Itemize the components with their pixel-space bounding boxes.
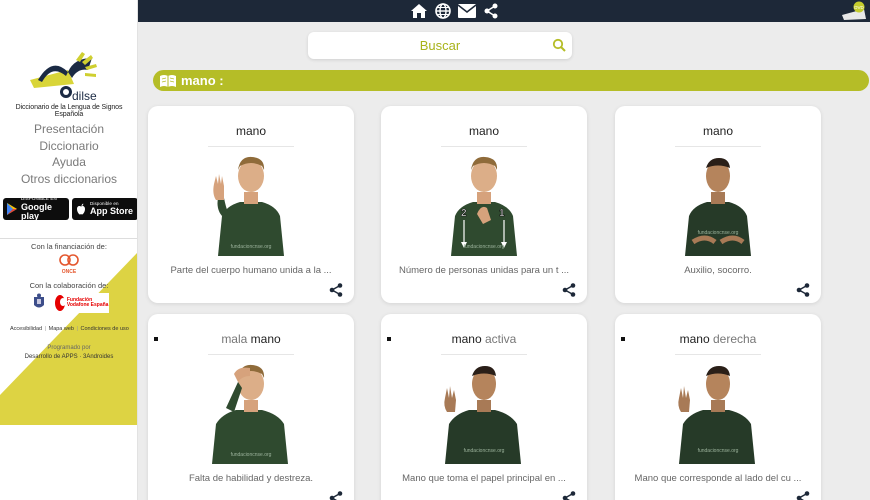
footer-links: Accesibilidad | Mapa web | Condiciones d…: [10, 326, 129, 332]
logo-subtitle: Diccionario de la Lengua de Signos Españ…: [15, 104, 123, 118]
mail-icon[interactable]: [458, 2, 476, 20]
fundacion-vodafone-logo: Fundación Vodafone España: [55, 293, 109, 313]
svg-text:fundacioncnse.org: fundacioncnse.org: [698, 230, 739, 236]
link-mapa-web[interactable]: Mapa web: [49, 326, 74, 332]
svg-text:2: 2: [461, 208, 467, 219]
dilse-logo: dilse: [30, 52, 97, 102]
results-header: mano :: [153, 70, 869, 91]
svg-text:fundacioncnse.org: fundacioncnse.org: [231, 452, 272, 458]
card-description: Mano que toma el papel principal en ...: [402, 473, 566, 484]
card-divider: [675, 146, 761, 147]
card-divider: [675, 354, 761, 355]
sign-card[interactable]: mano fundacioncnse.org Parte del cuerpo …: [148, 106, 354, 303]
app-store-badge[interactable]: Disponible en App Store: [72, 198, 137, 220]
sign-card[interactable]: mala mano fundacioncnse.org Falta de hab…: [148, 314, 354, 500]
card-title: mano: [702, 124, 734, 138]
search-icon[interactable]: [552, 38, 566, 52]
sign-video-thumbnail[interactable]: 2 1 fundacioncnse.org: [437, 154, 531, 256]
card-description: Falta de habilidad y destreza.: [188, 473, 314, 484]
google-play-label: Google play: [21, 201, 52, 221]
sign-video-thumbnail[interactable]: fundacioncnse.org: [204, 154, 298, 256]
svg-text:1: 1: [499, 208, 505, 219]
card-divider: [208, 354, 294, 355]
card-divider: [208, 146, 294, 147]
top-icons: [410, 2, 500, 20]
logo-text: dilse: [72, 89, 97, 102]
card-title: mano: [235, 124, 267, 138]
government-seal-icon: [34, 293, 44, 308]
vodafone-icon: [55, 295, 66, 311]
svg-text:DVD: DVD: [854, 5, 864, 10]
fundacion-once-logo: ONCE: [59, 254, 79, 275]
app-store-label: App Store: [90, 206, 134, 217]
share-icon[interactable]: [562, 283, 576, 297]
search-box: [308, 32, 572, 59]
google-play-icon: [7, 203, 17, 215]
share-icon[interactable]: [329, 283, 343, 297]
svg-text:fundacioncnse.org: fundacioncnse.org: [464, 244, 505, 250]
collaboration-label: Con la colaboración de:: [29, 281, 109, 290]
card-divider: [441, 354, 527, 355]
svg-text:ONCE: ONCE: [62, 269, 77, 275]
card-title: mano derecha: [679, 332, 757, 346]
card-title: mano activa: [451, 332, 517, 346]
book-icon: [160, 74, 176, 87]
sign-video-thumbnail[interactable]: fundacioncnse.org: [671, 154, 765, 256]
nav-item-diccionario[interactable]: Diccionario: [0, 138, 137, 155]
svg-text:fundacioncnse.org: fundacioncnse.org: [464, 448, 505, 454]
sign-card[interactable]: mano fundacioncnse.org Auxilio, socorro.: [615, 106, 821, 303]
share-icon[interactable]: [482, 2, 500, 20]
sign-video-thumbnail[interactable]: fundacioncnse.org: [671, 362, 765, 464]
sign-card[interactable]: mano 2 1 fundacioncnse.org Número de per…: [381, 106, 587, 303]
vodafone-text: Fundación Vodafone España: [66, 296, 109, 308]
sidebar: dilse Diccionario de la Lengua de Signos…: [0, 0, 138, 500]
card-title: mala mano: [221, 332, 281, 346]
home-icon[interactable]: [410, 2, 428, 20]
dvd-badge-icon[interactable]: DVD: [840, 1, 868, 21]
apple-icon: [77, 203, 85, 215]
card-description: Auxilio, socorro.: [684, 265, 752, 276]
sign-video-thumbnail[interactable]: fundacioncnse.org: [204, 362, 298, 464]
svg-text:fundacioncnse.org: fundacioncnse.org: [698, 448, 739, 454]
results-title: mano :: [181, 73, 224, 88]
top-bar: DVD: [138, 0, 870, 22]
globe-icon[interactable]: [434, 2, 452, 20]
card-description: Número de personas unidas para un t ...: [398, 265, 570, 276]
nav-item-presentacion[interactable]: Presentación: [0, 121, 137, 138]
share-icon[interactable]: [562, 491, 576, 500]
card-description: Parte del cuerpo humano unida a la ...: [170, 265, 332, 276]
share-icon[interactable]: [329, 491, 343, 500]
share-icon[interactable]: [796, 491, 810, 500]
link-condiciones-uso[interactable]: Condiciones de uso: [81, 326, 129, 332]
search-input[interactable]: [330, 38, 550, 53]
google-play-badge[interactable]: DISPONIBLE EN Google play: [3, 197, 69, 221]
card-divider: [441, 146, 527, 147]
nav-item-ayuda[interactable]: Ayuda: [0, 154, 137, 171]
sidebar-divider: [0, 238, 137, 239]
sign-video-thumbnail[interactable]: fundacioncnse.org: [437, 362, 531, 464]
nav-item-otros-diccionarios[interactable]: Otros diccionarios: [0, 171, 137, 188]
svg-text:fundacioncnse.org: fundacioncnse.org: [231, 244, 272, 250]
developer-link[interactable]: Desarrollo de APPS · 3Androides: [0, 354, 137, 360]
share-icon[interactable]: [796, 283, 810, 297]
sign-card[interactable]: mano derecha fundacioncnse.org Mano que …: [615, 314, 821, 500]
sidebar-nav: Presentación Diccionario Ayuda Otros dic…: [0, 121, 137, 188]
link-accesibilidad[interactable]: Accesibilidad: [10, 326, 42, 332]
card-title: mano: [468, 124, 500, 138]
card-description: Mano que corresponde al lado del cu ...: [634, 473, 802, 484]
sign-card[interactable]: mano activa fundacioncnse.org Mano que t…: [381, 314, 587, 500]
financing-label: Con la financiación de:: [31, 242, 107, 251]
programmed-by-label: Programado por: [47, 345, 91, 351]
